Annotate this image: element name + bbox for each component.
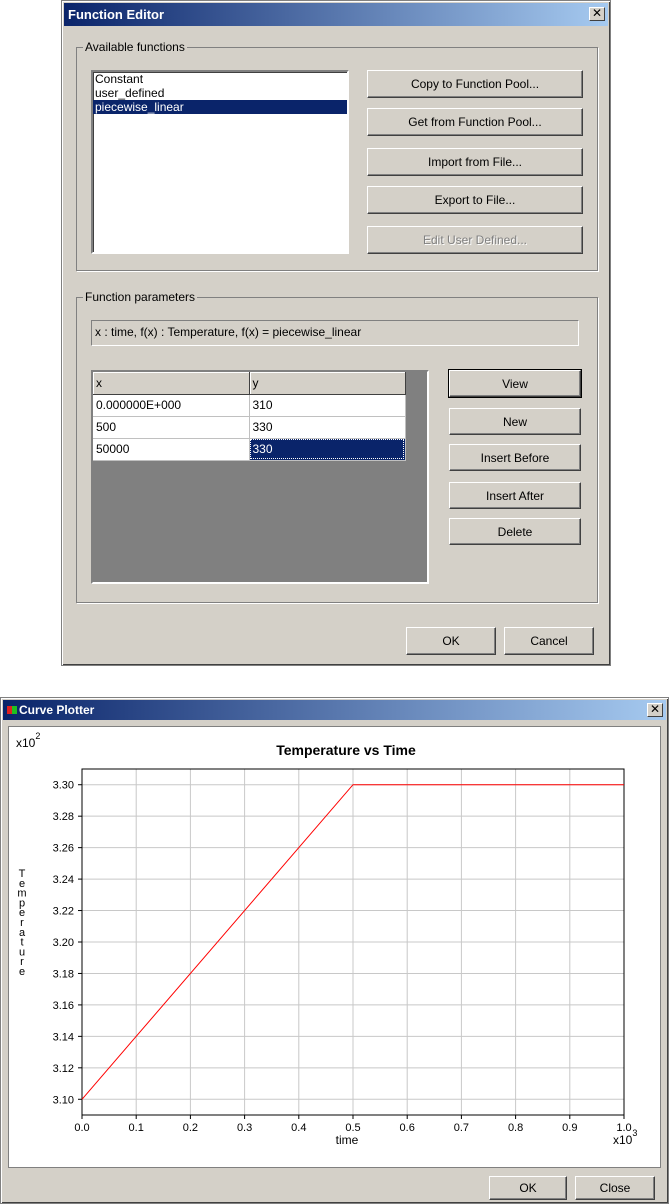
x-tick-label: 0.7 — [454, 1122, 469, 1134]
x-tick-label: 0.1 — [129, 1122, 144, 1134]
x-tick-label: 0.6 — [400, 1122, 415, 1134]
y-tick-label: 3.20 — [53, 937, 74, 949]
app-icon — [7, 706, 17, 714]
y-tick-label: 3.16 — [53, 1000, 74, 1012]
cell-y-selected[interactable]: 330 — [249, 438, 406, 461]
table-row[interactable]: 0.000000E+000 310 — [93, 394, 406, 417]
ok-button[interactable]: OK — [406, 627, 496, 655]
list-item-piecewise-linear[interactable]: piecewise_linear — [93, 100, 347, 114]
y-tick-label: 3.26 — [53, 843, 74, 855]
curve-plotter-window: Curve Plotter ✕ 0.0 0.1 0.2 0.3 0.4 0.5 0.6 0.7… — [0, 697, 669, 1204]
table-row[interactable]: 500 330 — [93, 416, 406, 439]
y-tick-label: 3.22 — [53, 906, 74, 918]
x-axis-label: time — [336, 1133, 359, 1147]
x-tick-label: 0.8 — [508, 1122, 523, 1134]
y-axis-label-letter: e — [19, 966, 25, 978]
list-item-user-defined[interactable]: user_defined — [93, 86, 347, 100]
x-tick-label: 0.2 — [183, 1122, 198, 1134]
plot-panel: 0.0 0.1 0.2 0.3 0.4 0.5 0.6 0.7 0.8 0.9 1.0 3.10 3.… — [8, 726, 661, 1168]
y-tick-label: 3.10 — [53, 1094, 74, 1106]
x-tick-label: 0.3 — [237, 1122, 252, 1134]
window-title: Curve Plotter — [7, 700, 94, 720]
available-functions-group: Available functions Constant user_define… — [76, 40, 598, 271]
view-button[interactable]: View — [448, 369, 582, 398]
grid — [78, 769, 625, 1119]
function-parameters-label: Function parameters — [83, 290, 198, 304]
y-tick-label: 3.18 — [53, 968, 74, 980]
list-item-constant[interactable]: Constant — [93, 72, 347, 86]
x-tick-label: 0.4 — [291, 1122, 306, 1134]
close-icon[interactable]: ✕ — [589, 7, 605, 21]
cancel-button[interactable]: Cancel — [504, 627, 594, 655]
x-multiplier-base: x10 — [613, 1133, 633, 1147]
function-editor-titlebar[interactable]: Function Editor ✕ — [64, 3, 608, 26]
get-from-function-pool-button[interactable]: Get from Function Pool... — [367, 108, 583, 136]
table-row[interactable]: 50000 330 — [93, 438, 406, 461]
copy-to-function-pool-button[interactable]: Copy to Function Pool... — [367, 70, 583, 98]
y-multiplier: x102 — [16, 731, 40, 750]
plotter-ok-button[interactable]: OK — [489, 1176, 567, 1200]
column-header-x[interactable]: x — [93, 372, 250, 395]
cell-y[interactable]: 330 — [249, 416, 406, 439]
cell-x[interactable]: 50000 — [93, 438, 250, 461]
y-tick-label: 3.24 — [53, 874, 74, 886]
temperature-chart: 0.0 0.1 0.2 0.3 0.4 0.5 0.6 0.7 0.8 0.9 1.0 3.103.… — [16, 731, 637, 1147]
y-tick-labels: 3.10 3.12 3.14 3.16 3.18 3.20 3.22 3.24 3.26 3.28… — [53, 780, 74, 1107]
table-header-row: x y — [93, 372, 406, 395]
import-from-file-button[interactable]: Import from File... — [367, 148, 583, 176]
y-multiplier-base: x10 — [16, 736, 36, 750]
parameters-grid: x y 0.000000E+000 310 500 330 50000 330 — [93, 372, 406, 461]
function-description: x : time, f(x) : Temperature, f(x) = pie… — [91, 320, 579, 346]
insert-after-button[interactable]: Insert After — [449, 482, 581, 509]
cell-x[interactable]: 500 — [93, 416, 250, 439]
y-multiplier-exponent: 2 — [35, 731, 40, 741]
y-tick-label: 3.28 — [53, 811, 74, 823]
plotter-close-button[interactable]: Close — [575, 1176, 655, 1200]
parameters-table[interactable]: x y 0.000000E+000 310 500 330 50000 330 — [91, 370, 429, 584]
window-title-text: Curve Plotter — [19, 703, 95, 717]
function-parameters-group: Function parameters x : time, f(x) : Tem… — [76, 290, 598, 603]
available-functions-label: Available functions — [83, 40, 187, 54]
curve-plotter-titlebar[interactable]: Curve Plotter ✕ — [3, 700, 666, 720]
edit-user-defined-button[interactable]: Edit User Defined... — [367, 226, 583, 254]
y-tick-label: 3.12 — [53, 1063, 74, 1075]
chart-title: Temperature vs Time — [276, 742, 416, 758]
cell-x[interactable]: 0.000000E+000 — [93, 394, 250, 417]
delete-button[interactable]: Delete — [449, 518, 581, 545]
y-tick-label: 3.14 — [53, 1031, 74, 1043]
cell-y[interactable]: 310 — [249, 394, 406, 417]
close-icon[interactable]: ✕ — [647, 703, 663, 717]
insert-before-button[interactable]: Insert Before — [449, 444, 581, 471]
column-header-y[interactable]: y — [249, 372, 406, 395]
x-multiplier-exponent: 3 — [632, 1128, 637, 1138]
function-editor-window: Function Editor ✕ Available functions Co… — [61, 0, 611, 666]
x-tick-label: 0.0 — [74, 1122, 89, 1134]
y-tick-label: 3.30 — [53, 780, 74, 792]
y-axis-label: Temperature — [17, 868, 26, 978]
new-button[interactable]: New — [449, 408, 581, 435]
window-title: Function Editor — [68, 7, 165, 22]
export-to-file-button[interactable]: Export to File... — [367, 186, 583, 214]
functions-list[interactable]: Constant user_defined piecewise_linear — [91, 70, 349, 254]
x-tick-label: 0.9 — [562, 1122, 577, 1134]
